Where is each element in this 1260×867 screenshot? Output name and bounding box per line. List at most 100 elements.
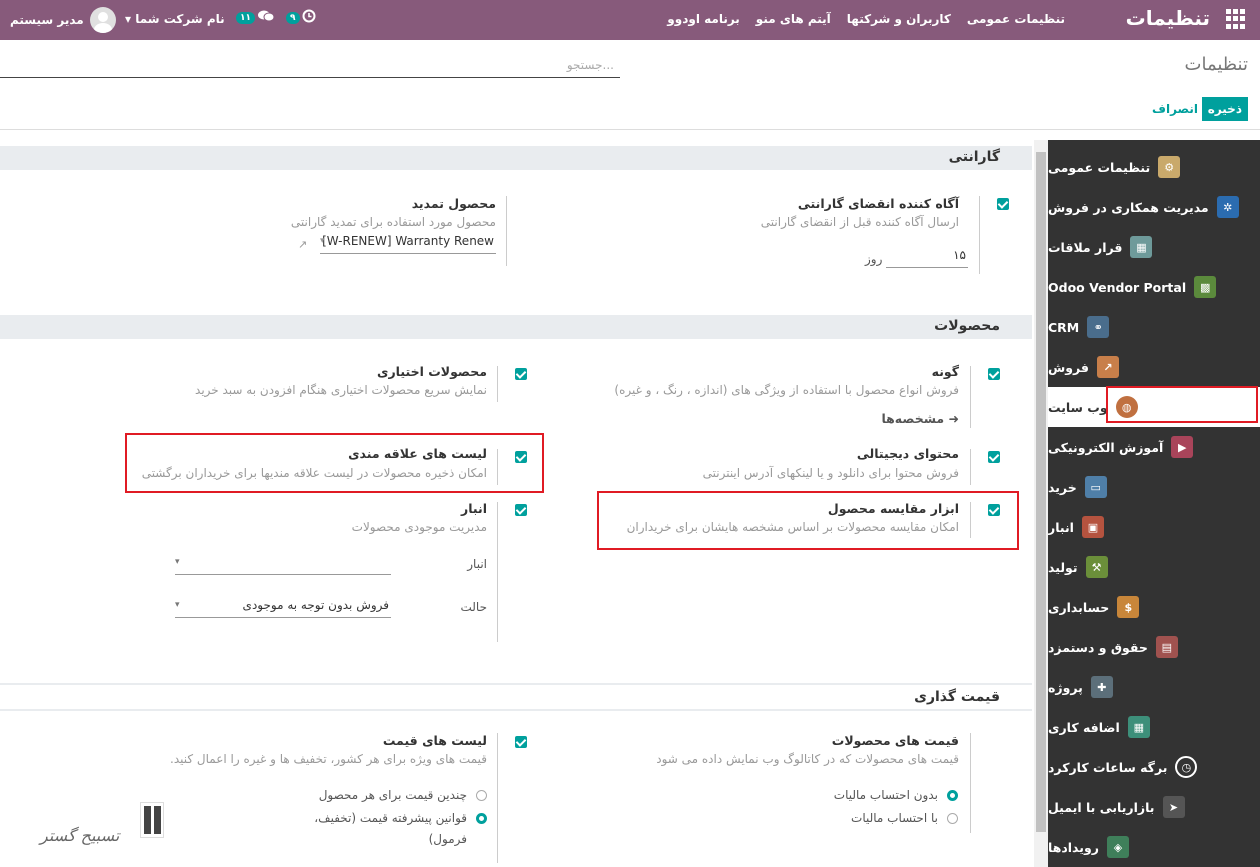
divider bbox=[506, 196, 507, 266]
menu-general-settings[interactable]: تنظیمات عمومی bbox=[967, 12, 1065, 26]
sidebar-item-events[interactable]: ◈ رویدادها bbox=[1048, 827, 1260, 867]
clock-icon bbox=[302, 9, 316, 27]
user-menu[interactable]: مدیر سیستم bbox=[10, 5, 116, 35]
sidebar-item-payroll[interactable]: ▤ حقوق و دستمزد bbox=[1048, 627, 1260, 667]
divider bbox=[497, 733, 498, 863]
sidebar-item-timesheets[interactable]: ◷ برگه ساعات کارکرد bbox=[1048, 747, 1260, 787]
tax-included-radio[interactable] bbox=[947, 813, 958, 824]
search-placeholder: جستجو... bbox=[566, 58, 614, 72]
dropdown-caret-icon[interactable]: ▾ bbox=[175, 600, 180, 610]
scrollbar[interactable] bbox=[1034, 140, 1048, 867]
advanced-rules-label-cont: فرمول) bbox=[428, 832, 467, 846]
warehouse-select[interactable] bbox=[175, 555, 391, 575]
credit-card-icon: ▭ bbox=[1084, 476, 1107, 498]
app-brand[interactable]: تنظیمات bbox=[1126, 6, 1210, 30]
dropdown-caret-icon[interactable]: ▾ bbox=[175, 557, 180, 567]
digital-content-checkbox[interactable] bbox=[988, 451, 1000, 463]
watermark-text: تسبیح گستر bbox=[40, 826, 120, 845]
variants-desc: فروش انواع محصول با استفاده از ویژگی های… bbox=[614, 383, 959, 397]
stopwatch-icon: ◷ bbox=[1175, 756, 1198, 778]
divider bbox=[497, 366, 498, 402]
divider bbox=[970, 733, 971, 833]
tax-excluded-radio[interactable] bbox=[947, 790, 958, 801]
section-products: محصولات bbox=[0, 315, 1032, 339]
sidebar-item-general[interactable]: ⚙ تنظیمات عمومی bbox=[1048, 147, 1260, 187]
handshake-icon: ⚭ bbox=[1087, 316, 1110, 338]
company-name: نام شرکت شما bbox=[135, 12, 225, 26]
ticket-icon: ◈ bbox=[1106, 836, 1129, 858]
sidebar-item-sales[interactable]: ↗ فروش bbox=[1048, 347, 1260, 387]
elearning-icon: ▶ bbox=[1171, 436, 1194, 458]
sidebar-item-purchase[interactable]: ▭ خرید bbox=[1048, 467, 1260, 507]
save-button[interactable]: ذخیره bbox=[1201, 97, 1248, 121]
menu-odoo-apps[interactable]: برنامه اودوو bbox=[667, 12, 740, 26]
watermark-logo bbox=[140, 802, 164, 838]
inventory-mode-select[interactable]: فروش بدون توجه به موجودی bbox=[175, 598, 391, 618]
product-prices-desc: قیمت های محصولات که در کاتالوگ وب نمایش … bbox=[656, 752, 959, 766]
advanced-rules-label: قوانین پیشرفته قیمت (تخفیف، bbox=[314, 811, 467, 825]
sidebar-item-manufacturing[interactable]: ⚒ تولید bbox=[1048, 547, 1260, 587]
days-input[interactable]: ۱۵ bbox=[886, 248, 968, 268]
divider bbox=[970, 449, 971, 485]
tax-excluded-label: بدون احتساب مالیات bbox=[833, 788, 938, 802]
control-panel: تنظیمات جستجو... ذخیره انصراف bbox=[0, 40, 1260, 130]
divider bbox=[979, 196, 980, 274]
sidebar-item-elearning[interactable]: ▶ آموزش الکترونیکی bbox=[1048, 427, 1260, 467]
inventory-checkbox[interactable] bbox=[515, 504, 527, 516]
gear-icon: ⚙ bbox=[1158, 156, 1181, 178]
menu-menu-items[interactable]: آیتم های منو bbox=[756, 12, 831, 26]
digital-content-label: محتوای دیجیتالی bbox=[856, 446, 959, 461]
sidebar-item-appointment[interactable]: ▦ قرار ملاقات bbox=[1048, 227, 1260, 267]
renew-product-select[interactable]: [W-RENEW] Warranty Renew bbox=[320, 234, 496, 254]
multiple-prices-radio[interactable] bbox=[476, 790, 487, 801]
dropdown-caret-icon[interactable]: ▾ bbox=[320, 236, 325, 246]
warranty-notifier-label: آگاه کننده انقضای گارانتی bbox=[797, 196, 959, 211]
sidebar-item-accounting[interactable]: $ حسابداری bbox=[1048, 587, 1260, 627]
payroll-icon: ▤ bbox=[1155, 636, 1178, 658]
section-pricing: قیمت گذاری bbox=[0, 683, 1032, 711]
highlight-product-compare bbox=[597, 491, 1019, 550]
sidebar-item-vendor-portal[interactable]: ▩ Odoo Vendor Portal bbox=[1048, 267, 1260, 307]
sidebar-item-partnership[interactable]: ✲ مدیریت همکاری در فروش bbox=[1048, 187, 1260, 227]
divider bbox=[970, 366, 971, 428]
advanced-rules-radio[interactable] bbox=[476, 813, 487, 824]
chart-icon: ↗ bbox=[1096, 356, 1119, 378]
sidebar-item-crm[interactable]: ⚭ CRM bbox=[1048, 307, 1260, 347]
scrollbar-thumb[interactable] bbox=[1036, 152, 1046, 832]
renew-product-label: محصول تمدید bbox=[411, 196, 496, 211]
section-warranty: گارانتی bbox=[0, 146, 1032, 170]
apps-grid-icon[interactable] bbox=[1226, 9, 1246, 29]
search-input[interactable]: جستجو... bbox=[0, 54, 620, 78]
page-title: تنظیمات bbox=[1184, 54, 1248, 75]
tax-included-label: با احتساب مالیات bbox=[851, 811, 938, 825]
mode-label: حالت bbox=[460, 600, 487, 614]
discard-button[interactable]: انصراف bbox=[1152, 102, 1198, 116]
warranty-notifier-checkbox[interactable] bbox=[997, 198, 1009, 210]
external-link-icon[interactable]: ↗ bbox=[298, 238, 307, 251]
sidebar-item-inventory[interactable]: ▣ انبار bbox=[1048, 507, 1260, 547]
activity-count-badge: ۹ bbox=[286, 12, 300, 24]
calendar-clock-icon: ▦ bbox=[1127, 716, 1150, 738]
warranty-notifier-desc: ارسال آگاه کننده قبل از انقضای گارانتی bbox=[760, 215, 959, 229]
optional-products-checkbox[interactable] bbox=[515, 368, 527, 380]
days-unit: روز bbox=[865, 252, 883, 266]
divider bbox=[497, 502, 498, 642]
menu-users-companies[interactable]: کاربران و شرکتها bbox=[847, 12, 951, 26]
sidebar-item-email-marketing[interactable]: ➤ بازاریابی با ایمیل bbox=[1048, 787, 1260, 827]
chat-count-badge: ۱۱ bbox=[236, 12, 255, 24]
attributes-link[interactable]: ➜ مشخصه‌ها bbox=[881, 411, 959, 426]
activity-menu[interactable]: ۹ bbox=[286, 9, 316, 27]
invoice-icon: $ bbox=[1117, 596, 1140, 618]
sidebar-item-project[interactable]: ✚ پروژه bbox=[1048, 667, 1260, 707]
wrench-icon: ⚒ bbox=[1085, 556, 1108, 578]
variants-checkbox[interactable] bbox=[988, 368, 1000, 380]
pricelists-checkbox[interactable] bbox=[515, 736, 527, 748]
network-icon: ✲ bbox=[1216, 196, 1239, 218]
avatar bbox=[89, 7, 116, 33]
calendar-icon: ▦ bbox=[1130, 236, 1153, 258]
sidebar-item-overtime[interactable]: ▦ اضافه کاری bbox=[1048, 707, 1260, 747]
company-switcher[interactable]: ▾ نام شرکت شما bbox=[125, 12, 225, 26]
messaging-menu[interactable]: ۱۱ bbox=[236, 9, 275, 27]
digital-content-desc: فروش محتوا برای دانلود و یا لینکهای آدرس… bbox=[702, 466, 959, 480]
paper-plane-icon: ➤ bbox=[1162, 796, 1185, 818]
